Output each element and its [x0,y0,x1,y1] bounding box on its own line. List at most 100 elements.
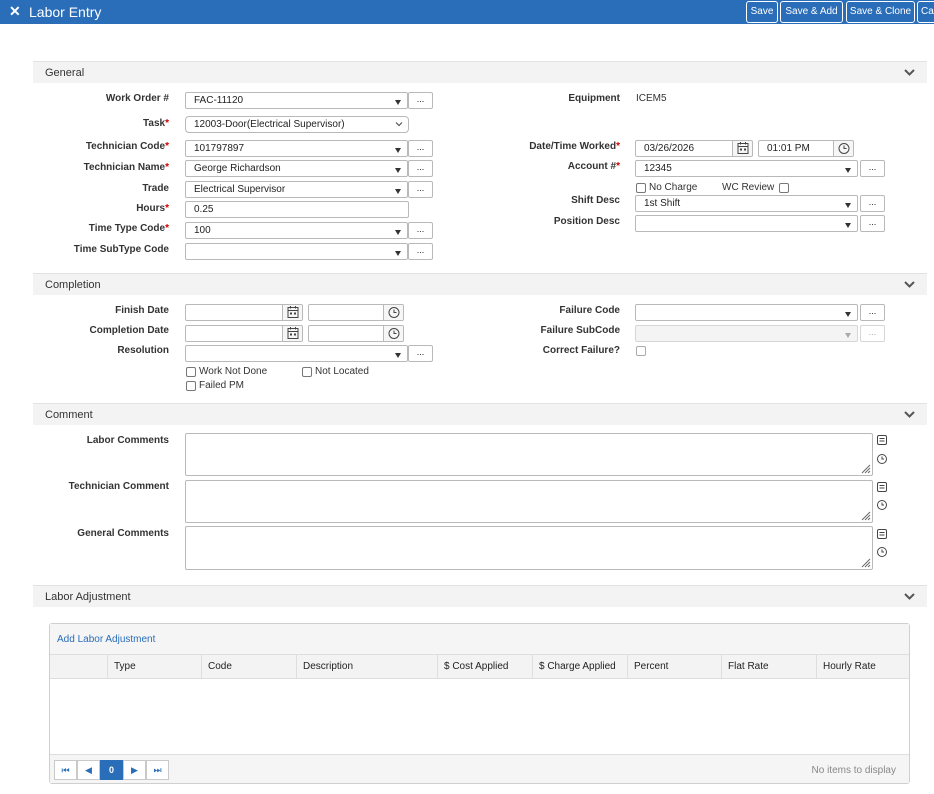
completion-time-input[interactable] [308,325,404,342]
failure-subcode-lookup-button[interactable]: ... [860,325,885,342]
shift-desc-dropdown[interactable]: 1st Shift [635,195,858,212]
resolution-lookup-button[interactable]: ... [408,345,433,362]
dropdown-arrow-icon [395,148,401,153]
completion-section-header[interactable]: Completion [33,273,927,295]
failure-code-dropdown[interactable] [635,304,858,321]
technician-code-label: Technician Code* [85,141,169,152]
work-order-label: Work Order # [105,93,169,104]
close-icon[interactable]: ✕ [9,3,21,20]
resize-grip-icon[interactable] [859,509,871,521]
no-charge-checkbox[interactable] [636,183,646,193]
failed-pm-checkbox[interactable] [186,381,196,391]
spellcheck-icon[interactable] [876,434,888,446]
last-page-icon[interactable]: ⏭ [146,760,169,780]
completion-date-input[interactable] [185,325,303,342]
general-comments-textarea[interactable] [185,526,873,570]
empty-grid-message: No items to display [811,765,896,776]
shift-desc-value: 1st Shift [644,198,681,209]
chevron-down-icon[interactable] [904,279,915,290]
chevron-down-icon[interactable] [904,67,915,78]
current-page-number[interactable]: 0 [100,760,123,780]
resolution-dropdown[interactable] [185,345,408,362]
failure-code-lookup-button[interactable]: ... [860,304,885,321]
account-dropdown[interactable]: 12345 [635,160,858,177]
position-desc-dropdown[interactable] [635,215,858,232]
account-lookup-button[interactable]: ... [860,160,885,177]
date-worked-input[interactable]: 03/26/2026 [635,140,753,157]
save-add-button[interactable]: Save & Add [780,1,843,23]
labor-comments-textarea[interactable] [185,433,873,476]
time-subtype-code-lookup-button[interactable]: ... [408,243,433,260]
column-header-charge-applied[interactable]: $ Charge Applied [532,655,627,679]
general-section-header[interactable]: General [33,61,927,83]
no-charge-label: No Charge [649,182,698,193]
trade-dropdown[interactable]: Electrical Supervisor [185,181,408,198]
time-subtype-code-dropdown[interactable] [185,243,408,260]
comment-section-header[interactable]: Comment [33,403,927,425]
calendar-icon[interactable] [732,141,752,156]
work-order-dropdown[interactable]: FAC-11120 [185,92,408,109]
not-located-checkbox[interactable] [302,367,312,377]
finish-date-label: Finish Date [115,305,169,316]
hours-input[interactable]: 0.25 [185,201,409,218]
position-desc-lookup-button[interactable]: ... [860,215,885,232]
finish-time-input[interactable] [308,304,404,321]
technician-comment-label: Technician Comment [68,481,169,492]
correct-failure-label: Correct Failure? [542,345,620,356]
add-labor-adjustment-link[interactable]: Add Labor Adjustment [57,634,155,645]
calendar-icon[interactable] [282,305,302,320]
chevron-down-icon[interactable] [904,591,915,602]
clock-icon[interactable] [383,326,403,341]
column-header-flat-rate[interactable]: Flat Rate [721,655,816,679]
grid-header: Type Code Description $ Cost Applied $ C… [50,655,909,679]
column-header-code[interactable]: Code [201,655,296,679]
first-page-icon[interactable]: ⏮ [54,760,77,780]
labor-adjustment-section-header[interactable]: Labor Adjustment [33,585,927,607]
finish-date-input[interactable] [185,304,303,321]
calendar-icon[interactable] [282,326,302,341]
time-worked-input[interactable]: 01:01 PM [758,140,854,157]
clock-icon[interactable] [833,141,853,156]
dropdown-arrow-icon [395,189,401,194]
history-icon[interactable] [876,499,888,511]
technician-code-lookup-button[interactable]: ... [408,140,433,157]
time-type-code-lookup-button[interactable]: ... [408,222,433,239]
general-comments-label: General Comments [77,528,169,539]
clock-icon[interactable] [383,305,403,320]
wc-review-checkbox[interactable] [779,183,789,193]
column-header-percent[interactable]: Percent [627,655,721,679]
prev-page-icon[interactable]: ◀ [77,760,100,780]
resolution-label: Resolution [117,345,169,356]
column-header-type[interactable]: Type [107,655,201,679]
spellcheck-icon[interactable] [876,528,888,540]
history-icon[interactable] [876,453,888,465]
trade-lookup-button[interactable]: ... [408,181,433,198]
save-button[interactable]: Save [746,1,778,23]
technician-name-dropdown[interactable]: George Richardson [185,160,408,177]
page-title: Labor Entry [29,4,102,20]
technician-comment-textarea[interactable] [185,480,873,523]
technician-name-lookup-button[interactable]: ... [408,160,433,177]
failure-subcode-dropdown[interactable] [635,325,858,342]
column-header-cost-applied[interactable]: $ Cost Applied [437,655,532,679]
save-clone-button[interactable]: Save & Clone [846,1,915,23]
column-header-description[interactable]: Description [296,655,437,679]
grid-pager: ⏮ ◀ 0 ▶ ⏭ No items to display [50,754,909,783]
labor-adjustment-grid: Add Labor Adjustment Type Code Descripti… [49,623,910,784]
resize-grip-icon[interactable] [859,462,871,474]
work-order-lookup-button[interactable]: ... [408,92,433,109]
next-page-icon[interactable]: ▶ [123,760,146,780]
history-icon[interactable] [876,546,888,558]
chevron-down-icon[interactable] [904,409,915,420]
spellcheck-icon[interactable] [876,481,888,493]
correct-failure-checkbox[interactable] [636,346,646,356]
task-select[interactable]: 12003-Door(Electrical Supervisor) [185,116,409,133]
work-not-done-checkbox[interactable] [186,367,196,377]
shift-desc-lookup-button[interactable]: ... [860,195,885,212]
section-title: Comment [45,409,93,421]
technician-code-dropdown[interactable]: 101797897 [185,140,408,157]
cancel-button[interactable]: Ca [917,1,934,23]
time-type-code-dropdown[interactable]: 100 [185,222,408,239]
resize-grip-icon[interactable] [859,556,871,568]
column-header-hourly-rate[interactable]: Hourly Rate [816,655,909,679]
